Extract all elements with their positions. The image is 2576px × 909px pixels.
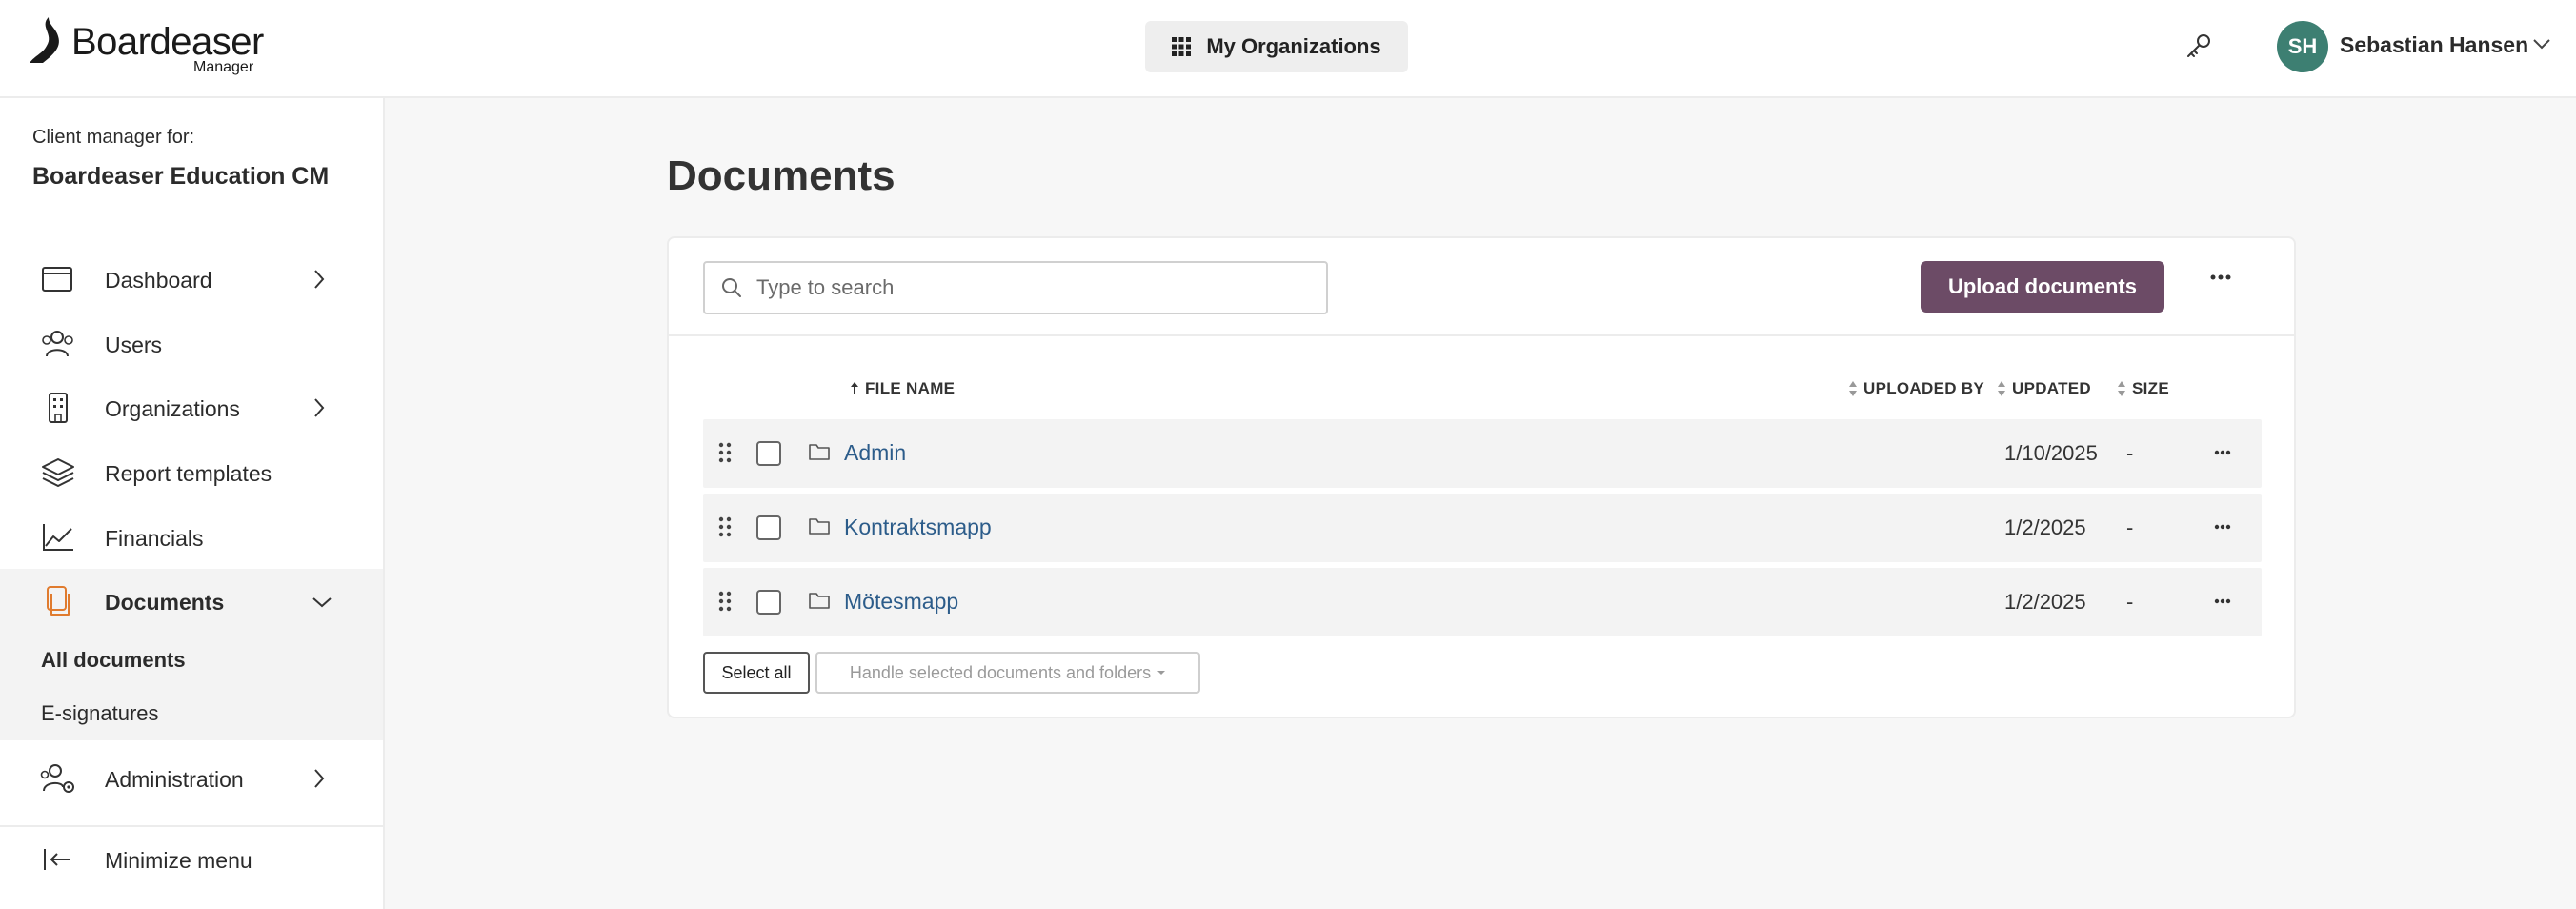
my-organizations-button[interactable]: My Organizations [1145, 21, 1408, 72]
sidebar-item-label: Users [105, 333, 163, 357]
avatar[interactable]: SH [2277, 21, 2328, 72]
sort-ascending-icon [851, 382, 858, 394]
column-header-size[interactable]: SIZE [2117, 379, 2169, 398]
logo-sub-text: Manager [193, 59, 254, 75]
table-row[interactable]: Kontraktsmapp 1/2/2025 - [703, 494, 2262, 562]
sidebar-item-dashboard[interactable]: Dashboard [0, 247, 383, 312]
chevron-right-icon [314, 398, 325, 417]
grid-icon [1172, 37, 1192, 56]
sidebar-item-label: Dashboard [105, 268, 212, 293]
table-row[interactable]: Admin 1/10/2025 - [703, 419, 2262, 488]
file-name-link[interactable]: Kontraktsmapp [844, 515, 992, 540]
sidebar-item-financials[interactable]: Financials [0, 505, 383, 570]
sidebar-item-label: Financials [105, 526, 204, 551]
sort-icon [2118, 381, 2125, 396]
search-icon [722, 278, 741, 297]
line-chart-icon [43, 524, 73, 551]
card-divider [669, 334, 2294, 336]
column-header-label: UPLOADED BY [1863, 379, 1985, 397]
sidebar-item-label: Report templates [105, 461, 272, 486]
column-header-uploaded-by[interactable]: UPLOADED BY [1848, 379, 1984, 398]
handle-selected-dropdown[interactable]: Handle selected documents and folders [815, 652, 1200, 694]
building-icon [49, 393, 68, 423]
row-checkbox[interactable] [756, 441, 781, 466]
column-header-updated[interactable]: UPDATED [1997, 379, 2091, 398]
folder-icon [809, 444, 830, 460]
users-icon [42, 331, 73, 357]
row-more-options-icon[interactable] [2214, 598, 2231, 604]
updated-date: 1/2/2025 [2004, 590, 2086, 614]
sidebar: Client manager for: Boardeaser Education… [0, 98, 385, 909]
sidebar-item-label: Organizations [105, 396, 240, 421]
users-gear-icon [40, 764, 74, 793]
sidebar-item-administration[interactable]: Administration [0, 746, 383, 811]
row-more-options-icon[interactable] [2214, 450, 2231, 455]
sidebar-item-report-templates[interactable]: Report templates [0, 440, 383, 505]
drag-handle-icon[interactable] [718, 516, 732, 537]
documents-subnav: All documents E-signatures [0, 627, 383, 740]
file-size: - [2126, 515, 2134, 539]
user-name[interactable]: Sebastian Hansen [2340, 32, 2528, 58]
column-header-label: UPDATED [2012, 379, 2092, 397]
key-icon[interactable] [2185, 32, 2212, 59]
search-input[interactable] [756, 271, 1309, 305]
sort-icon [1849, 381, 1857, 396]
documents-card: Upload documents FILE NAME UPLOADED BY U… [667, 236, 2296, 718]
client-manager-label: Client manager for: [32, 127, 195, 148]
file-size: - [2126, 590, 2134, 614]
sidebar-item-label: Documents [105, 590, 225, 615]
top-header: Boardeaser Manager My Organizations SH S… [0, 0, 2576, 98]
folder-icon [809, 518, 830, 535]
sidebar-item-label: Administration [105, 767, 244, 792]
drag-handle-icon[interactable] [718, 591, 732, 612]
upload-documents-button[interactable]: Upload documents [1921, 261, 2164, 313]
collapse-left-icon [44, 849, 70, 870]
minimize-menu-label: Minimize menu [105, 848, 252, 873]
subnav-e-signatures[interactable]: E-signatures [41, 701, 159, 726]
updated-date: 1/10/2025 [2004, 441, 2098, 465]
subnav-all-documents[interactable]: All documents [41, 648, 186, 673]
column-header-label: FILE NAME [865, 379, 956, 397]
chevron-down-icon[interactable] [2532, 38, 2551, 50]
column-header-label: SIZE [2132, 379, 2169, 397]
row-checkbox[interactable] [756, 590, 781, 615]
my-organizations-label: My Organizations [1206, 34, 1381, 58]
logo-brand-text: Boardeaser [71, 21, 264, 63]
table-row[interactable]: Mötesmapp 1/2/2025 - [703, 568, 2262, 636]
boardeaser-logo[interactable]: Boardeaser Manager [30, 17, 264, 78]
row-checkbox[interactable] [756, 515, 781, 540]
client-name: Boardeaser Education CM [32, 163, 330, 190]
chevron-right-icon [314, 769, 325, 788]
sidebar-item-documents[interactable]: Documents [0, 569, 383, 634]
select-all-button[interactable]: Select all [703, 652, 810, 694]
search-box[interactable] [703, 261, 1328, 314]
chevron-down-icon [312, 597, 332, 608]
more-options-icon[interactable] [2210, 274, 2231, 280]
file-name-link[interactable]: Admin [844, 440, 906, 466]
column-header-file-name[interactable]: FILE NAME [850, 379, 955, 398]
updated-date: 1/2/2025 [2004, 515, 2086, 539]
file-size: - [2126, 441, 2134, 465]
sidebar-item-organizations[interactable]: Organizations [0, 375, 383, 440]
sidebar-item-users[interactable]: Users [0, 312, 383, 376]
row-more-options-icon[interactable] [2214, 524, 2231, 530]
chevron-right-icon [314, 270, 325, 289]
minimize-menu-button[interactable]: Minimize menu [0, 827, 383, 892]
caret-down-icon [1157, 671, 1166, 675]
calendar-window-icon [42, 267, 72, 292]
file-name-link[interactable]: Mötesmapp [844, 589, 958, 615]
page-title: Documents [667, 152, 896, 199]
layers-icon [42, 458, 74, 487]
documents-icon [47, 586, 70, 616]
drag-handle-icon[interactable] [718, 442, 732, 463]
folder-icon [809, 593, 830, 609]
handle-selected-label: Handle selected documents and folders [849, 662, 1152, 682]
logo-mark-icon [30, 17, 59, 63]
sort-icon [1998, 381, 2005, 396]
